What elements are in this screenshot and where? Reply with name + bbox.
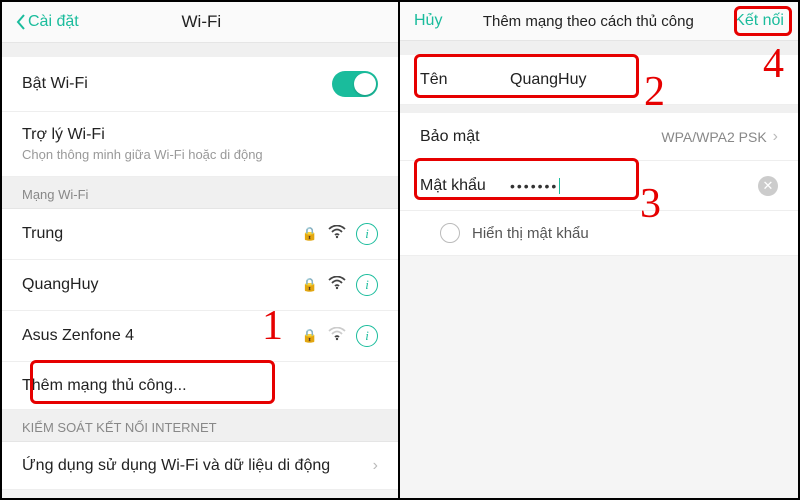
chevron-left-icon bbox=[16, 14, 26, 30]
cancel-button[interactable]: Hủy bbox=[414, 12, 442, 30]
network-name: QuangHuy bbox=[22, 276, 99, 294]
network-row[interactable]: QuangHuy 🔒 i bbox=[2, 260, 398, 311]
name-input[interactable]: QuangHuy bbox=[510, 71, 587, 89]
wifi-assistant-sub: Chọn thông minh giữa Wi-Fi hoặc di động bbox=[22, 147, 263, 162]
lock-icon: 🔒 bbox=[302, 226, 318, 242]
network-row[interactable]: Asus Zenfone 4 🔒 i bbox=[2, 311, 398, 362]
network-row[interactable]: Trung 🔒 i bbox=[2, 209, 398, 260]
show-password-checkbox[interactable] bbox=[440, 223, 460, 243]
show-password-row[interactable]: Hiển thị mật khẩu bbox=[400, 211, 798, 256]
info-icon[interactable]: i bbox=[356, 274, 378, 296]
security-value: WPA/WPA2 PSK bbox=[661, 129, 766, 145]
wifi-signal-icon bbox=[328, 225, 346, 243]
page-title-right: Thêm mạng theo cách thủ công bbox=[483, 13, 694, 30]
security-row[interactable]: Bảo mật WPA/WPA2 PSK › bbox=[400, 113, 798, 161]
name-label: Tên bbox=[420, 71, 510, 89]
back-label: Cài đặt bbox=[28, 13, 79, 31]
network-name: Trung bbox=[22, 225, 63, 243]
password-input[interactable]: ••••••• bbox=[510, 178, 558, 194]
wifi-signal-icon bbox=[328, 276, 346, 294]
wifi-toggle-row[interactable]: Bật Wi-Fi bbox=[2, 57, 398, 112]
connect-button[interactable]: Kết nối bbox=[734, 12, 784, 30]
wifi-signal-weak-icon bbox=[328, 327, 346, 345]
header-left: Cài đặt Wi-Fi bbox=[2, 2, 398, 43]
wifi-toggle-switch[interactable] bbox=[332, 71, 378, 97]
info-icon[interactable]: i bbox=[356, 223, 378, 245]
add-network-row[interactable]: Thêm mạng thủ công... bbox=[2, 362, 398, 410]
section-internet-control: KIỂM SOÁT KẾT NỐI INTERNET bbox=[2, 410, 398, 442]
clear-password-icon[interactable]: ✕ bbox=[758, 176, 778, 196]
network-name: Asus Zenfone 4 bbox=[22, 327, 134, 345]
chevron-right-icon: › bbox=[773, 128, 778, 146]
back-button[interactable]: Cài đặt bbox=[16, 13, 79, 31]
network-name-input-row[interactable]: Tên QuangHuy bbox=[400, 55, 798, 105]
lock-icon: 🔒 bbox=[302, 328, 318, 344]
chevron-right-icon: › bbox=[373, 457, 378, 475]
password-input-row[interactable]: Mật khẩu ••••••• ✕ bbox=[400, 161, 798, 211]
password-label: Mật khẩu bbox=[420, 177, 510, 195]
page-title-left: Wi-Fi bbox=[182, 12, 222, 32]
wifi-assistant-row[interactable]: Trợ lý Wi-Fi Chọn thông minh giữa Wi-Fi … bbox=[2, 112, 398, 177]
wifi-settings-pane: Cài đặt Wi-Fi Bật Wi-Fi Trợ lý Wi-Fi Chọ… bbox=[2, 2, 400, 498]
wifi-toggle-label: Bật Wi-Fi bbox=[22, 75, 88, 93]
app-data-usage-label: Ứng dụng sử dụng Wi-Fi và dữ liệu di độn… bbox=[22, 457, 330, 475]
wifi-assistant-label: Trợ lý Wi-Fi bbox=[22, 126, 263, 144]
app-data-usage-row[interactable]: Ứng dụng sử dụng Wi-Fi và dữ liệu di độn… bbox=[2, 442, 398, 490]
section-networks: Mạng Wi-Fi bbox=[2, 177, 398, 209]
add-network-label: Thêm mạng thủ công... bbox=[22, 377, 187, 395]
header-right: Hủy Thêm mạng theo cách thủ công Kết nối bbox=[400, 2, 798, 41]
info-icon[interactable]: i bbox=[356, 325, 378, 347]
lock-icon: 🔒 bbox=[302, 277, 318, 293]
add-network-pane: Hủy Thêm mạng theo cách thủ công Kết nối… bbox=[400, 2, 798, 498]
show-password-label: Hiển thị mật khẩu bbox=[472, 225, 589, 242]
security-label: Bảo mật bbox=[420, 128, 480, 146]
